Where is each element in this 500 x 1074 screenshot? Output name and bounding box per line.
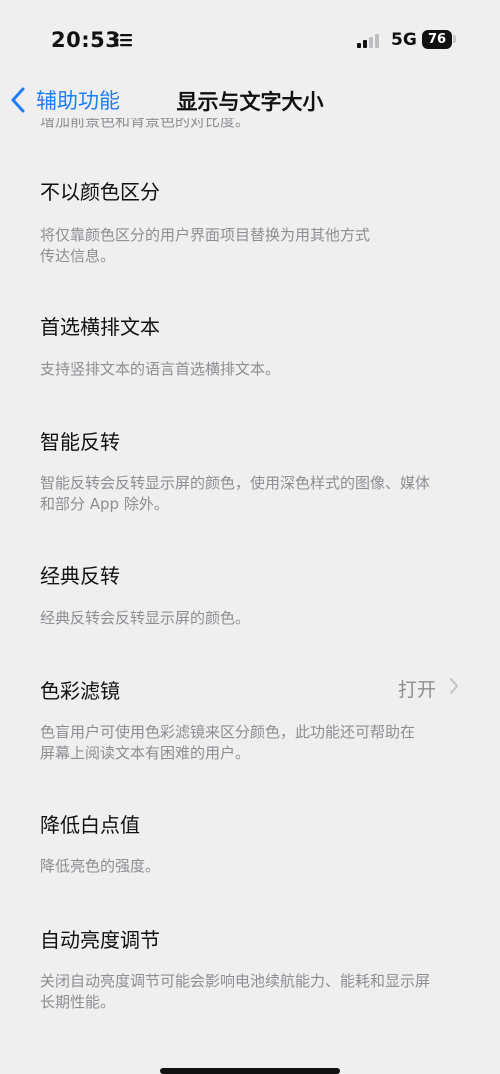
description-line: 降低亮色的强度。 [40,857,161,875]
home-indicator[interactable] [160,1068,340,1074]
row-title: 自动亮度调节 [40,928,160,952]
row-title: 首选横排文本 [40,315,160,339]
row-description: 智能反转会反转显示屏的颜色，使用深色样式的图像、媒体 和部分 App 除外。 [40,473,470,515]
row-title: 智能反转 [40,430,120,454]
description-line: 支持竖排文本的语言首选横排文本。 [40,360,281,378]
page-title: 显示与文字大小 [0,86,500,116]
cellular-signal-icon [357,34,379,48]
chevron-right-icon [450,678,458,694]
description-line: 经典反转会反转显示屏的颜色。 [40,609,251,627]
description-line: 色盲用户可使用色彩滤镜来区分颜色，此功能还可帮助在 [40,723,416,741]
battery-icon: 76 [422,30,452,49]
row-prefer-horizontal-text[interactable]: 首选横排文本 [40,311,480,340]
status-bar: 20:53 5G 76 [0,0,500,80]
status-time: 20:53 [51,28,121,52]
description-line: 关闭自动亮度调节可能会影响电池续航能力、能耗和显示屏 [40,972,431,990]
row-description: 经典反转会反转显示屏的颜色。 [40,608,470,629]
row-description: 将仅靠颜色区分的用户界面项目替换为用其他方式 传达信息。 [40,225,470,267]
battery-tip [453,35,456,43]
navigation-bar: 辅助功能 显示与文字大小 [0,80,500,120]
row-title: 经典反转 [40,564,120,588]
focus-list-icon [115,33,132,47]
row-reduce-white-point[interactable]: 降低白点值 [40,809,480,838]
network-type: 5G [391,30,417,50]
row-auto-brightness[interactable]: 自动亮度调节 [40,924,480,953]
description-line: 长期性能。 [40,993,116,1011]
row-description: 色盲用户可使用色彩滤镜来区分颜色，此功能还可帮助在 屏幕上阅读文本有困难的用户。 [40,722,470,764]
row-differentiate-without-color[interactable]: 不以颜色区分 [40,176,480,205]
description-line: 和部分 App 除外。 [40,495,169,513]
description-line: 传达信息。 [40,247,116,265]
description-line: 屏幕上阅读文本有困难的用户。 [40,744,251,762]
description-line: 将仅靠颜色区分的用户界面项目替换为用其他方式 [40,226,371,244]
row-title: 不以颜色区分 [40,180,160,204]
row-description: 支持竖排文本的语言首选横排文本。 [40,359,470,380]
row-description: 关闭自动亮度调节可能会影响电池续航能力、能耗和显示屏 长期性能。 [40,971,470,1013]
page-title-text: 显示与文字大小 [176,90,324,114]
row-description: 降低亮色的强度。 [40,856,470,877]
row-classic-invert[interactable]: 经典反转 [40,560,480,589]
color-filters-value: 打开 [397,679,436,701]
row-title: 降低白点值 [40,813,140,837]
description-line: 智能反转会反转显示屏的颜色，使用深色样式的图像、媒体 [40,474,431,492]
row-smart-invert[interactable]: 智能反转 [40,426,480,455]
